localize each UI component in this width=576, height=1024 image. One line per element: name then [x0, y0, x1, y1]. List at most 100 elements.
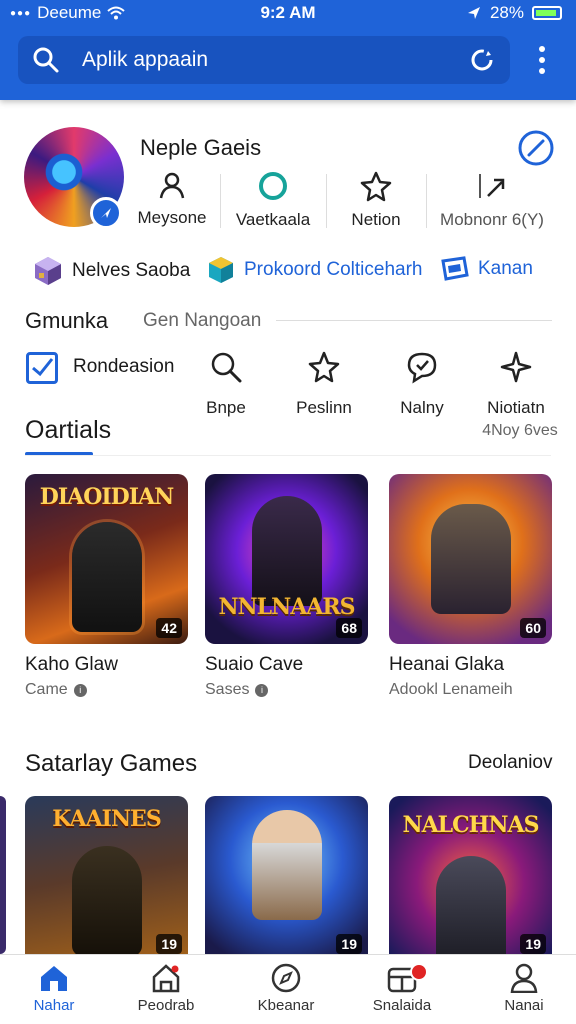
chat-icon — [407, 352, 437, 384]
divider — [326, 174, 327, 228]
chip-kanan[interactable]: Kanan — [440, 255, 533, 283]
game-card-suaio-cave[interactable]: NNLNAARS 68 — [205, 474, 368, 644]
character-figure — [435, 856, 506, 954]
game-number: 19 — [156, 934, 182, 954]
check-icon — [32, 358, 54, 377]
bottom-nav: Nahar Peodrab Kbeanar Snalaida Nanai — [0, 954, 576, 1024]
character-figure — [71, 522, 142, 632]
see-all-link[interactable]: Deolaniov — [468, 752, 553, 774]
game-art-title: KAAINES — [52, 806, 161, 832]
ring-icon — [259, 172, 287, 200]
game-title: Heanai Glaka — [389, 654, 505, 675]
game-title: Kaho Glaw — [25, 654, 118, 675]
battery-percent: 28% — [489, 3, 524, 22]
cube-icon — [35, 257, 61, 285]
notification-badge — [410, 963, 428, 981]
category-nalny[interactable]: Nalny — [386, 350, 458, 418]
category-label: Niotiatn — [487, 398, 545, 417]
house-outline-icon — [152, 964, 180, 993]
stat-meysone[interactable]: Meysone — [130, 170, 214, 228]
search-icon — [211, 352, 242, 383]
nav-peodrab[interactable]: Peodrab — [118, 963, 214, 1014]
game-card-nalchnas[interactable]: NALCHNAS 19 — [389, 796, 552, 954]
nav-label: Nanai — [504, 997, 544, 1014]
home-icon — [41, 966, 67, 991]
game-card-kaho-glaw[interactable]: DIAOIDIAN 42 — [25, 474, 188, 644]
star-icon — [360, 171, 392, 202]
section-title-oartials: Oartials — [25, 416, 112, 444]
category-niotiatn[interactable]: Niotiatn — [468, 350, 564, 418]
info-icon: i — [255, 683, 269, 697]
section-subtitle: Gen Nangoan — [143, 310, 262, 331]
game-number: 68 — [336, 618, 362, 638]
stat-label: Netion — [351, 210, 401, 229]
game-card-heanai-glaka[interactable]: 60 — [389, 474, 552, 644]
chip-label: Kanan — [478, 258, 533, 279]
character-figure — [71, 846, 142, 954]
nav-snalaida[interactable]: Snalaida — [354, 963, 450, 1014]
category-sub: 4Noy 6ves — [482, 422, 558, 439]
status-right: 28% — [466, 3, 562, 23]
stat-label: Meysone — [137, 208, 207, 227]
profile-name: Neple Gaeis — [140, 135, 262, 160]
chip-label: Prokoord Colticeharh — [244, 259, 423, 280]
nav-label: Nahar — [33, 997, 75, 1014]
game-number: 60 — [520, 618, 546, 638]
battery-icon — [532, 6, 562, 20]
stack-icon — [441, 256, 469, 281]
location-icon — [467, 7, 480, 19]
category-peslinn[interactable]: Peslinn — [288, 350, 360, 418]
category-bnpe[interactable]: Bnpe — [190, 350, 262, 418]
category-label: Bnpe — [206, 398, 246, 417]
game-card-kaaines[interactable]: KAAINES 19 — [25, 796, 188, 954]
edit-icon[interactable] — [516, 128, 556, 168]
game-card-partial[interactable] — [0, 796, 6, 954]
section-title-satarlay: Satarlay Games — [25, 750, 198, 777]
refresh-icon[interactable] — [468, 46, 496, 74]
compass-icon — [271, 963, 301, 993]
stat-mobnonr[interactable]: Mobnonr 6(Y) — [440, 170, 544, 230]
chip-nelves-saoba[interactable]: Nelves Saoba — [32, 255, 190, 287]
nav-nahar[interactable]: Nahar — [6, 963, 102, 1014]
nav-label: Peodrab — [137, 997, 195, 1014]
character-figure — [430, 504, 511, 614]
more-menu-icon[interactable] — [538, 46, 546, 74]
info-icon: i — [73, 683, 87, 697]
section-title-gmunka: Gmunka — [25, 308, 109, 333]
chip-prokoord[interactable]: Prokoord Colticeharh — [206, 255, 422, 285]
divider — [25, 455, 551, 456]
app-header: ●●● Deeume 9:2 AM 28% Aplik appaain — [0, 0, 576, 100]
stat-netion[interactable]: Netion — [334, 170, 418, 230]
game-subtitle: Came i — [25, 681, 87, 699]
chip-label: Nelves Saoba — [72, 260, 191, 281]
game-subtitle: Sases i — [205, 681, 269, 699]
nav-label: Kbeanar — [257, 997, 315, 1014]
game-art-title: NALCHNAS — [402, 812, 539, 838]
game-title: Suaio Cave — [205, 654, 304, 675]
nav-label: Snalaida — [372, 997, 432, 1014]
game-sub-text: Came — [25, 681, 68, 698]
game-card-warrior[interactable]: 19 — [205, 796, 368, 954]
divider — [220, 174, 221, 228]
play-badge-icon — [90, 197, 122, 229]
character-figure — [251, 496, 322, 606]
nav-nanai[interactable]: Nanai — [476, 963, 572, 1014]
stat-vaetkaala[interactable]: Vaetkaala — [228, 170, 318, 230]
user-icon — [510, 963, 538, 993]
search-icon — [33, 47, 59, 73]
search-bar[interactable]: Aplik appaain — [18, 36, 510, 84]
stat-label: Mobnonr 6(Y) — [440, 210, 544, 229]
status-bar: ●●● Deeume 9:2 AM 28% — [0, 0, 576, 28]
divider — [426, 174, 427, 228]
game-art-title: DIAOIDIAN — [39, 484, 174, 510]
game-number: 42 — [156, 618, 182, 638]
game-number: 19 — [520, 934, 546, 954]
character-figure — [251, 810, 322, 920]
game-art-title: NNLNAARS — [218, 594, 355, 620]
game-sub-text: Adookl Lenameih — [389, 681, 513, 698]
rondeasion-checkbox[interactable] — [26, 352, 58, 384]
category-label: Nalny — [400, 398, 444, 417]
nav-kbeanar[interactable]: Kbeanar — [238, 963, 334, 1014]
search-input[interactable]: Aplik appaain — [82, 48, 208, 72]
divider — [276, 320, 552, 321]
